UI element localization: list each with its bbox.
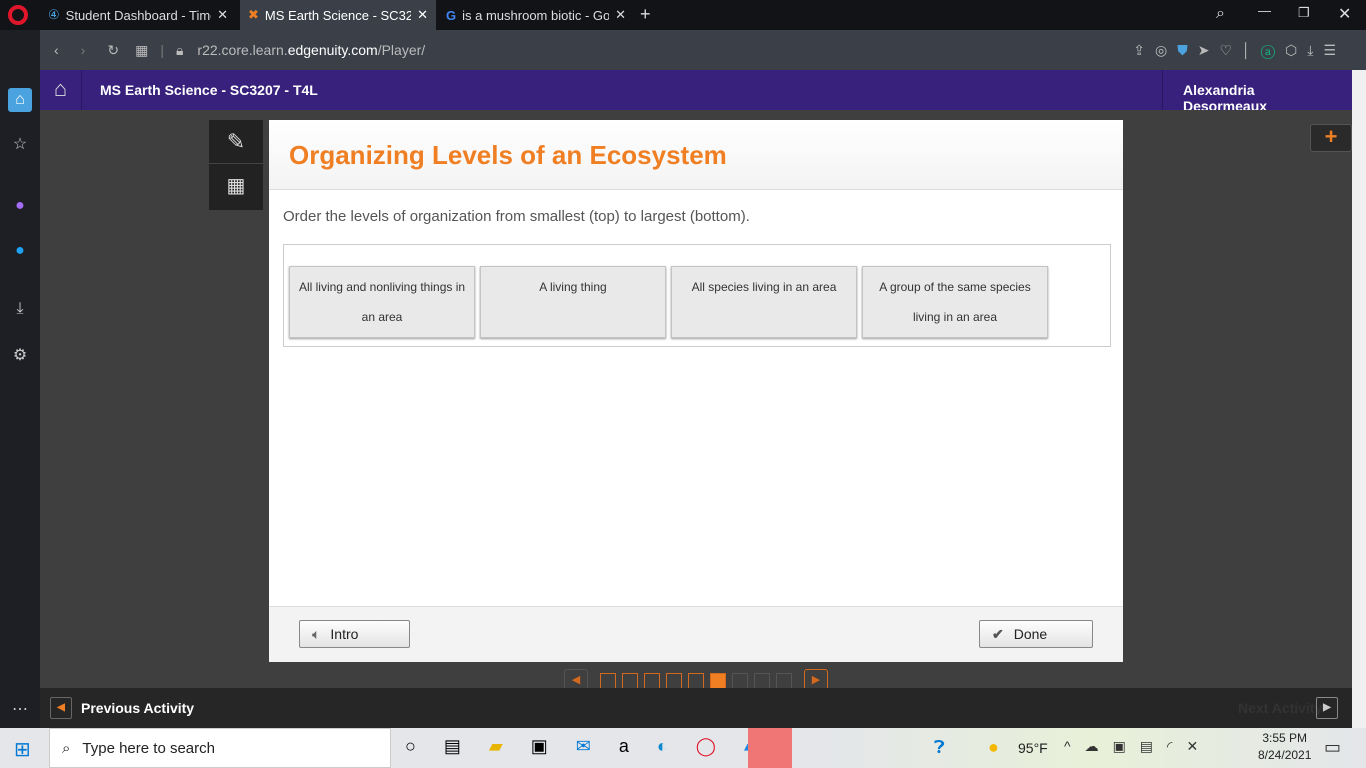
- pager-page[interactable]: [622, 673, 638, 689]
- intro-button[interactable]: 🔈︎ Intro: [299, 620, 410, 648]
- instruction-text: Order the levels of organization from sm…: [283, 208, 750, 225]
- course-title: MS Earth Science - SC3207 - T4L: [100, 82, 318, 98]
- pager-page-current[interactable]: [710, 673, 726, 689]
- tab-ms-earth-science[interactable]: ✖MS Earth Science - SC3207✕: [240, 0, 436, 30]
- close-tab-icon[interactable]: ✕: [217, 7, 228, 23]
- tray-icons[interactable]: ^☁▣▤◜✕: [1064, 738, 1212, 755]
- activity-footer: ◀ Previous Activity Next Activity ▶: [40, 688, 1352, 728]
- lock-icon: 🔒︎: [175, 41, 184, 58]
- taskbar-search[interactable]: ⌕ Type here to search: [49, 728, 391, 768]
- restore-button[interactable]: ❐: [1298, 5, 1310, 21]
- search-icon: ⌕: [62, 739, 71, 757]
- search-tabs-icon[interactable]: ⌕: [1216, 5, 1225, 23]
- pencil-icon[interactable]: ✎: [209, 120, 263, 164]
- pager-page[interactable]: [600, 673, 616, 689]
- forward-icon[interactable]: ›: [81, 42, 86, 58]
- tab-student-dashboard[interactable]: ④ Student Dashboard - Time4 ✕: [40, 0, 236, 30]
- taskbar: ⊞ ⌕Type here to search ○▤▰▣✉a◐◯▰ ❓︎ ● 95…: [0, 728, 1366, 768]
- back-icon[interactable]: ‹: [54, 42, 59, 58]
- course-header: ⌂ MS Earth Science - SC3207 - T4L Alexan…: [40, 70, 1352, 114]
- tab-google-search[interactable]: Gis a mushroom biotic - Goo ✕: [438, 0, 634, 30]
- checkmark-icon: ✔: [992, 625, 1004, 642]
- home-button[interactable]: ⌂: [40, 70, 82, 110]
- weather-text[interactable]: 95°F: [1018, 740, 1048, 756]
- messenger-icon[interactable]: ●: [8, 194, 32, 218]
- close-tab-icon[interactable]: ✕: [615, 7, 626, 23]
- google-icon: G: [446, 7, 457, 23]
- calculator-icon[interactable]: ▦: [209, 164, 263, 208]
- previous-activity-link[interactable]: Previous Activity: [81, 700, 194, 716]
- activity-title: Organizing Levels of an Ecosystem: [289, 140, 727, 170]
- url-field[interactable]: r22.core.learn.edgenuity.com/Player/: [197, 42, 425, 58]
- pager-page[interactable]: [754, 673, 770, 689]
- settings-icon[interactable]: ⚙: [8, 344, 32, 368]
- more-icon[interactable]: ⋯: [8, 698, 32, 722]
- pager-page[interactable]: [776, 673, 792, 689]
- address-bar: ‹ › ↻ ▦ | 🔒︎ r22.core.learn.edgenuity.co…: [40, 30, 1366, 70]
- pager-page[interactable]: [666, 673, 682, 689]
- activity-card: Organizing Levels of an Ecosystem Order …: [269, 120, 1123, 662]
- clock[interactable]: 3:55 PM 8/24/2021: [1258, 731, 1311, 762]
- tile-community[interactable]: All species living in an area: [671, 266, 857, 338]
- page-scrollbar[interactable]: [1352, 70, 1366, 728]
- reload-icon[interactable]: ↻: [107, 42, 119, 59]
- notifications-icon[interactable]: ▭: [1324, 737, 1341, 758]
- next-activity-link[interactable]: Next Activity: [1238, 700, 1322, 716]
- taskbar-apps[interactable]: ○▤▰▣✉a◐◯▰: [405, 736, 786, 757]
- tile-ecosystem[interactable]: All living and nonliving things in an ar…: [289, 266, 475, 338]
- new-tab-button[interactable]: +: [640, 4, 651, 25]
- user-name[interactable]: Alexandria Desormeaux: [1162, 70, 1352, 114]
- speed-dial-icon[interactable]: ☆: [8, 133, 32, 157]
- edgenuity-icon: ✖: [248, 7, 259, 22]
- minimize-button[interactable]: —: [1258, 3, 1271, 18]
- tab-bar: ④ Student Dashboard - Time4 ✕ ✖ MS Earth Sc…: [0, 0, 1366, 30]
- home-icon[interactable]: ⌂: [8, 88, 32, 112]
- twitter-icon[interactable]: ●: [8, 239, 32, 263]
- toolbar-icons[interactable]: ⇪◎⛊➤♡│ⓐ⬡⤓☰: [1133, 42, 1346, 59]
- tile-organism[interactable]: A living thing: [480, 266, 666, 338]
- time4-icon: ④: [48, 7, 60, 22]
- pager-page[interactable]: [644, 673, 660, 689]
- speaker-icon: 🔈︎: [312, 625, 321, 642]
- prev-activity-arrow-icon[interactable]: ◀: [50, 697, 72, 719]
- done-button[interactable]: ✔ Done: [979, 620, 1093, 648]
- opera-logo-icon[interactable]: [8, 5, 28, 25]
- windows-start-icon[interactable]: ⊞: [14, 737, 31, 762]
- help-icon[interactable]: ❓︎: [934, 737, 945, 758]
- expand-plus-button[interactable]: +: [1310, 124, 1352, 152]
- weather-sun-icon: ●: [988, 737, 999, 757]
- next-activity-arrow-icon[interactable]: ▶: [1316, 697, 1338, 719]
- pager-page[interactable]: [732, 673, 748, 689]
- tabs-grid-icon[interactable]: ▦: [135, 42, 148, 59]
- tile-population[interactable]: A group of the same species living in an…: [862, 266, 1048, 338]
- opera-sidebar: ⌂ ☆ ● ● ⤓ ⚙ ⋯: [0, 30, 40, 728]
- tools-panel: ✎ ▦: [209, 120, 263, 210]
- close-window-button[interactable]: ✕: [1338, 4, 1351, 24]
- downloads-icon[interactable]: ⤓: [8, 297, 32, 321]
- opera-taskbar-active[interactable]: [748, 728, 792, 768]
- pager-page[interactable]: [688, 673, 704, 689]
- close-tab-icon[interactable]: ✕: [417, 7, 428, 23]
